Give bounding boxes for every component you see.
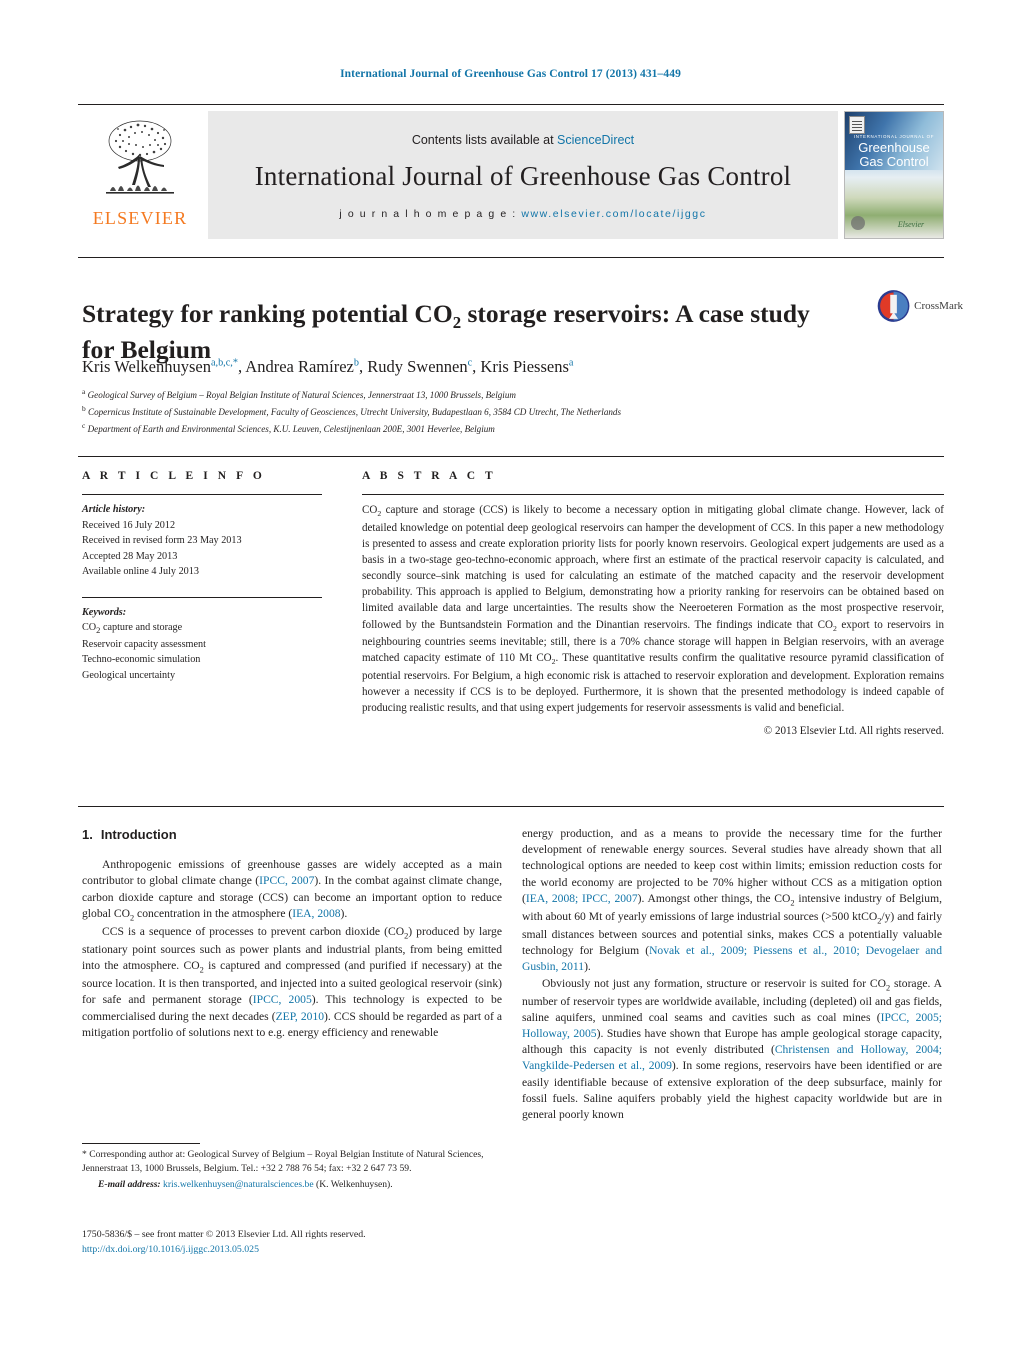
homepage-prefix: j o u r n a l h o m e p a g e : bbox=[339, 207, 522, 220]
running-head: International Journal of Greenhouse Gas … bbox=[340, 68, 681, 80]
body-paragraph: CCS is a sequence of processes to preven… bbox=[82, 924, 502, 1039]
abstract-top-divider bbox=[78, 456, 944, 457]
history-item: Accepted 28 May 2013 bbox=[82, 550, 178, 562]
abstract-text: CO2 capture and storage (CCS) is likely … bbox=[362, 504, 944, 715]
article-info-column: A R T I C L E I N F O Article history: R… bbox=[82, 470, 322, 683]
email-address-link[interactable]: kris.welkenhuysen@naturalsciences.be bbox=[163, 1179, 314, 1190]
email-line: E-mail address: kris.welkenhuysen@natura… bbox=[82, 1178, 502, 1192]
crossmark-badge[interactable]: CrossMark bbox=[877, 286, 963, 326]
affiliation-list: a Geological Survey of Belgium – Royal B… bbox=[82, 386, 942, 436]
contents-prefix: Contents lists available at bbox=[411, 132, 558, 147]
keyword-item: Geological uncertainty bbox=[82, 669, 176, 681]
article-info-rule bbox=[82, 494, 322, 495]
article-info-heading: A R T I C L E I N F O bbox=[82, 470, 266, 482]
abstract-column: A B S T R A C T CO2 capture and storage … bbox=[362, 470, 944, 737]
contents-available-line: Contents lists available at ScienceDirec… bbox=[412, 133, 634, 147]
body-paragraph: Anthropogenic emissions of greenhouse ga… bbox=[82, 858, 503, 923]
abstract-rule bbox=[362, 494, 944, 495]
article-title-subscript: 2 bbox=[452, 313, 462, 333]
journal-homepage-line: j o u r n a l h o m e p a g e : www.else… bbox=[339, 208, 706, 220]
keywords-group: Keywords: CO2 capture and storage Reserv… bbox=[82, 605, 322, 684]
cover-elsevier-mark-icon bbox=[849, 116, 865, 134]
imprint-line: 1750-5836/$ – see front matter © 2013 El… bbox=[82, 1229, 366, 1240]
history-item: Received 16 July 2012 bbox=[82, 519, 176, 531]
body-column-right: energy production, and as a means to pro… bbox=[522, 826, 942, 1123]
abstract-copyright: © 2013 Elsevier Ltd. All rights reserved… bbox=[763, 725, 944, 738]
history-item: Available online 4 July 2013 bbox=[82, 566, 199, 577]
affiliation-item: b Copernicus Institute of Sustainable De… bbox=[82, 403, 942, 420]
elsevier-logo: ELSEVIER bbox=[78, 111, 202, 239]
section-heading-introduction: 1. Introduction bbox=[82, 826, 502, 844]
cover-seal-icon bbox=[851, 216, 865, 230]
elsevier-wordmark: ELSEVIER bbox=[92, 208, 188, 228]
keyword-item: Techno-economic simulation bbox=[82, 654, 201, 666]
author-list: Kris Welkenhuysena,b,c,*, Andrea Ramírez… bbox=[82, 357, 574, 376]
sciencedirect-link[interactable]: ScienceDirect bbox=[557, 133, 634, 147]
keyword-item: CO2 capture and storage bbox=[82, 622, 183, 636]
body-paragraph: energy production, and as a means to pro… bbox=[522, 827, 942, 974]
cover-title-line2: Gas Control bbox=[859, 154, 929, 170]
article-title-part1: Strategy for ranking potential CO bbox=[82, 299, 453, 329]
affiliation-item: c Department of Earth and Environmental … bbox=[82, 420, 942, 437]
journal-band: Contents lists available at ScienceDirec… bbox=[208, 111, 838, 239]
affiliation-text: Department of Earth and Environmental Sc… bbox=[87, 423, 495, 434]
affiliation-text: Geological Survey of Belgium – Royal Bel… bbox=[87, 390, 516, 401]
title-divider bbox=[78, 257, 944, 258]
cover-publisher-name: Elsevier bbox=[897, 220, 925, 229]
elsevier-tree-icon bbox=[106, 120, 174, 194]
affiliation-marker: c bbox=[82, 420, 86, 430]
journal-masthead: ELSEVIER Contents lists available at Sci… bbox=[78, 104, 944, 239]
body-column-left: 1. Introduction Anthropogenic emissions o… bbox=[82, 826, 502, 1041]
article-history-group: Article history: Received 16 July 2012 R… bbox=[82, 502, 322, 580]
corresponding-author-note: * Corresponding author at: Geological Su… bbox=[82, 1149, 484, 1174]
affiliation-marker: a bbox=[82, 387, 86, 396]
crossmark-icon bbox=[877, 290, 910, 322]
cover-kicker: INTERNATIONAL JOURNAL OF bbox=[853, 134, 935, 139]
footnote-divider bbox=[82, 1143, 200, 1144]
imprint-block: 1750-5836/$ – see front matter © 2013 El… bbox=[82, 1228, 542, 1257]
article-history-label: Article history: bbox=[82, 504, 146, 515]
cover-title: Greenhouse Gas Control bbox=[845, 140, 943, 170]
keywords-rule bbox=[82, 596, 322, 598]
doi-link[interactable]: http://dx.doi.org/10.1016/j.ijggc.2013.0… bbox=[82, 1244, 259, 1255]
cover-publisher-mark: Elsevier bbox=[885, 220, 937, 230]
journal-cover-thumbnail[interactable]: INTERNATIONAL JOURNAL OF Greenhouse Gas … bbox=[844, 111, 944, 239]
history-item: Received in revised form 23 May 2013 bbox=[82, 535, 242, 546]
footnote-block: * Corresponding author at: Geological Su… bbox=[82, 1148, 502, 1191]
section-number: 1. bbox=[82, 827, 93, 842]
paper-page: International Journal of Greenhouse Gas … bbox=[0, 0, 1021, 1351]
cover-title-line1: Greenhouse bbox=[858, 140, 930, 155]
abstract-heading: A B S T R A C T bbox=[362, 470, 497, 482]
affiliation-item: a Geological Survey of Belgium – Royal B… bbox=[82, 386, 942, 403]
section-title: Introduction bbox=[100, 827, 177, 842]
homepage-url-link[interactable]: www.elsevier.com/locate/ijggc bbox=[521, 208, 706, 220]
keywords-label: Keywords: bbox=[82, 606, 127, 618]
affiliation-text: Copernicus Institute of Sustainable Deve… bbox=[88, 406, 622, 417]
affiliation-marker: b bbox=[82, 403, 86, 413]
journal-title: International Journal of Greenhouse Gas … bbox=[254, 160, 792, 191]
abstract-bottom-divider bbox=[78, 806, 944, 807]
keyword-item: Reservoir capacity assessment bbox=[82, 638, 206, 650]
page-title: Strategy for ranking potential CO2 stora… bbox=[82, 298, 822, 365]
email-address-label: E-mail address: bbox=[98, 1178, 161, 1190]
body-paragraph: Obviously not just any formation, struct… bbox=[522, 976, 942, 1122]
email-owner: (K. Welkenhuysen). bbox=[313, 1178, 393, 1190]
crossmark-label: CrossMark bbox=[914, 300, 963, 312]
